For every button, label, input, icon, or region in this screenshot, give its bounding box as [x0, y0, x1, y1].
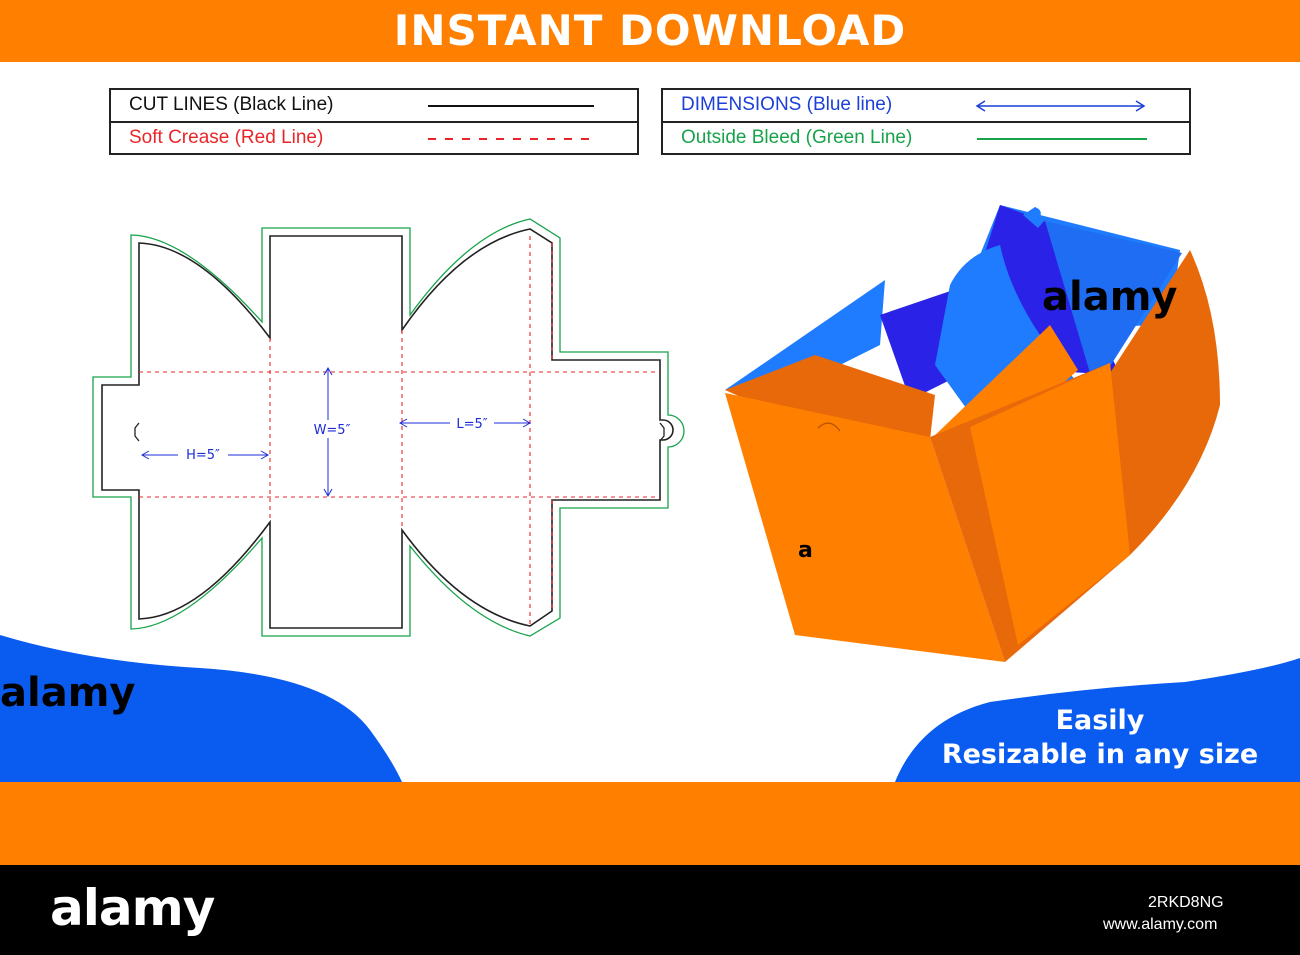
height-dimension-label: H=5″ [186, 448, 220, 463]
promo-line-1: Easily [1055, 705, 1145, 736]
watermark-letter: a [798, 538, 813, 563]
bottom-banner [0, 782, 1300, 865]
box-3d-illustration: a alamy [725, 205, 1220, 662]
watermark-word: alamy [0, 670, 135, 716]
cut-outline [101, 228, 674, 629]
footer-image-id: 2RKD8NG [1148, 894, 1224, 911]
length-dimension-label: L=5″ [456, 417, 487, 432]
promo-line-2: Resizable in any size [941, 739, 1259, 770]
crease-lines [139, 236, 660, 626]
bleed-outline [92, 218, 685, 637]
width-dimension-label: W=5″ [314, 423, 351, 438]
footer-url: www.alamy.com [1103, 916, 1218, 933]
footer-logo: alamy [50, 879, 215, 937]
watermark-word: alamy [1042, 274, 1177, 320]
wave-left: alamy [0, 635, 402, 782]
